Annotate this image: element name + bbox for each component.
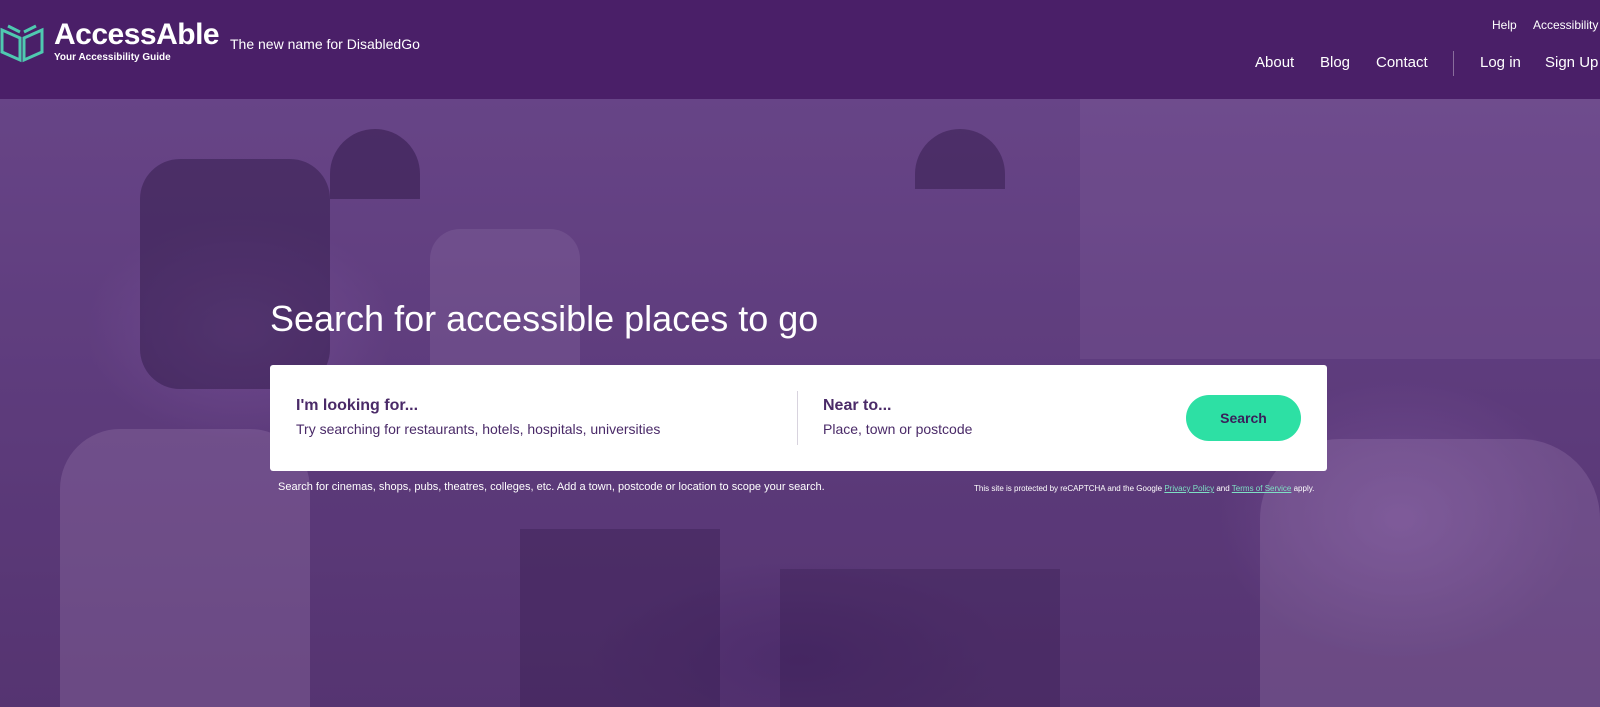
search-hint: Search for cinemas, shops, pubs, theatre… [278,481,825,493]
accessable-logo-icon[interactable] [0,20,44,64]
looking-for-label: I'm looking for... [296,397,419,414]
site-header: AccessAble Your Accessibility Guide The … [0,0,1600,99]
privacy-policy-link[interactable]: Privacy Policy [1164,484,1214,493]
terms-of-service-link[interactable]: Terms of Service [1232,484,1292,493]
recaptcha-apply: apply. [1293,484,1315,493]
near-to-input[interactable] [823,421,1143,437]
recaptcha-text: This site is protected by reCAPTCHA and … [974,484,1163,493]
brand-name[interactable]: AccessAble [54,20,220,50]
looking-for-field[interactable]: I'm looking for... [296,365,776,471]
search-button[interactable]: Search [1186,395,1301,441]
near-to-field[interactable]: Near to... [823,365,1163,471]
nav-divider [1453,51,1454,76]
hero-title: Search for accessible places to go [270,298,819,339]
help-link[interactable]: Help [1492,19,1517,31]
search-form: I'm looking for... Near to... Search [270,365,1327,471]
nav-contact[interactable]: Contact [1376,55,1428,70]
tagline: The new name for DisabledGo [230,36,420,52]
nav-about[interactable]: About [1255,55,1294,70]
recaptcha-and: and [1216,484,1230,493]
recaptcha-notice: This site is protected by reCAPTCHA and … [974,485,1314,493]
accessibility-link[interactable]: Accessibility [1533,19,1598,31]
looking-for-input[interactable] [296,421,716,437]
login-link[interactable]: Log in [1480,55,1521,70]
near-to-label: Near to... [823,397,892,414]
nav-blog[interactable]: Blog [1320,55,1350,70]
brand-subtitle: Your Accessibility Guide [54,52,171,63]
field-divider [797,391,798,445]
signup-link[interactable]: Sign Up [1545,55,1598,70]
